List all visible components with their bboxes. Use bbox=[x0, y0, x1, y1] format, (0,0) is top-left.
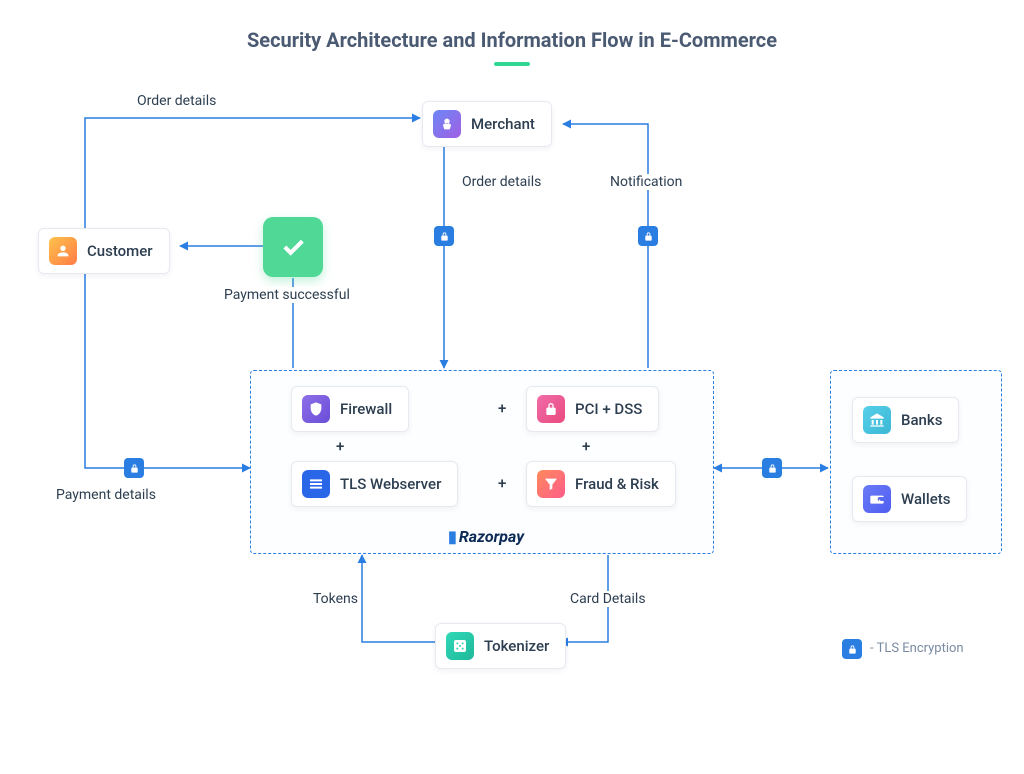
check-icon bbox=[279, 233, 307, 261]
plus-top: + bbox=[498, 399, 506, 417]
tls-webserver-node: TLS Webserver bbox=[291, 461, 458, 507]
plus-left: + bbox=[336, 437, 344, 455]
pcidss-node: PCI + DSS bbox=[526, 386, 659, 432]
plus-bottom: + bbox=[498, 474, 506, 492]
shield-icon bbox=[302, 395, 330, 423]
fraud-risk-node: Fraud & Risk bbox=[526, 461, 676, 507]
plus-right: + bbox=[582, 437, 590, 455]
label-order-details-top: Order details bbox=[135, 93, 218, 109]
label-payment-successful: Payment successful bbox=[222, 287, 352, 303]
fraud-risk-label: Fraud & Risk bbox=[575, 475, 659, 493]
tls-webserver-label: TLS Webserver bbox=[340, 475, 441, 493]
label-tokens: Tokens bbox=[311, 591, 360, 607]
banks-label: Banks bbox=[901, 411, 942, 429]
lock-icon bbox=[537, 395, 565, 423]
tls-lock-providers bbox=[762, 458, 782, 478]
list-icon bbox=[302, 470, 330, 498]
razorpay-brand: Razorpay bbox=[448, 527, 524, 546]
label-notification: Notification bbox=[608, 174, 684, 190]
merchant-node: Merchant bbox=[422, 101, 552, 147]
payment-success-tile bbox=[263, 217, 323, 277]
tls-lock-notification bbox=[638, 226, 658, 246]
person-icon bbox=[49, 237, 77, 265]
funnel-icon bbox=[537, 470, 565, 498]
diagram-title: Security Architecture and Information Fl… bbox=[0, 0, 1024, 52]
legend-lock-icon bbox=[842, 639, 862, 659]
label-card-details: Card Details bbox=[568, 591, 648, 607]
customer-label: Customer bbox=[87, 242, 153, 260]
tokenizer-node: Tokenizer bbox=[435, 623, 566, 669]
dice-icon bbox=[446, 632, 474, 660]
firewall-label: Firewall bbox=[340, 400, 392, 418]
bank-icon bbox=[863, 406, 891, 434]
title-underline bbox=[494, 62, 530, 66]
banks-node: Banks bbox=[852, 397, 959, 443]
tls-lock-payment bbox=[124, 458, 144, 478]
tls-lock-order bbox=[434, 226, 454, 246]
tokenizer-label: Tokenizer bbox=[484, 637, 549, 655]
label-order-details-mid: Order details bbox=[460, 174, 543, 190]
merchant-label: Merchant bbox=[471, 115, 535, 133]
wallets-label: Wallets bbox=[901, 490, 950, 508]
pcidss-label: PCI + DSS bbox=[575, 400, 642, 418]
customer-node: Customer bbox=[38, 228, 170, 274]
wallets-node: Wallets bbox=[852, 476, 967, 522]
label-payment-details: Payment details bbox=[54, 487, 158, 503]
merchant-icon bbox=[433, 110, 461, 138]
wallet-icon bbox=[863, 485, 891, 513]
firewall-node: Firewall bbox=[291, 386, 409, 432]
legend-text: - TLS Encryption bbox=[870, 641, 964, 656]
